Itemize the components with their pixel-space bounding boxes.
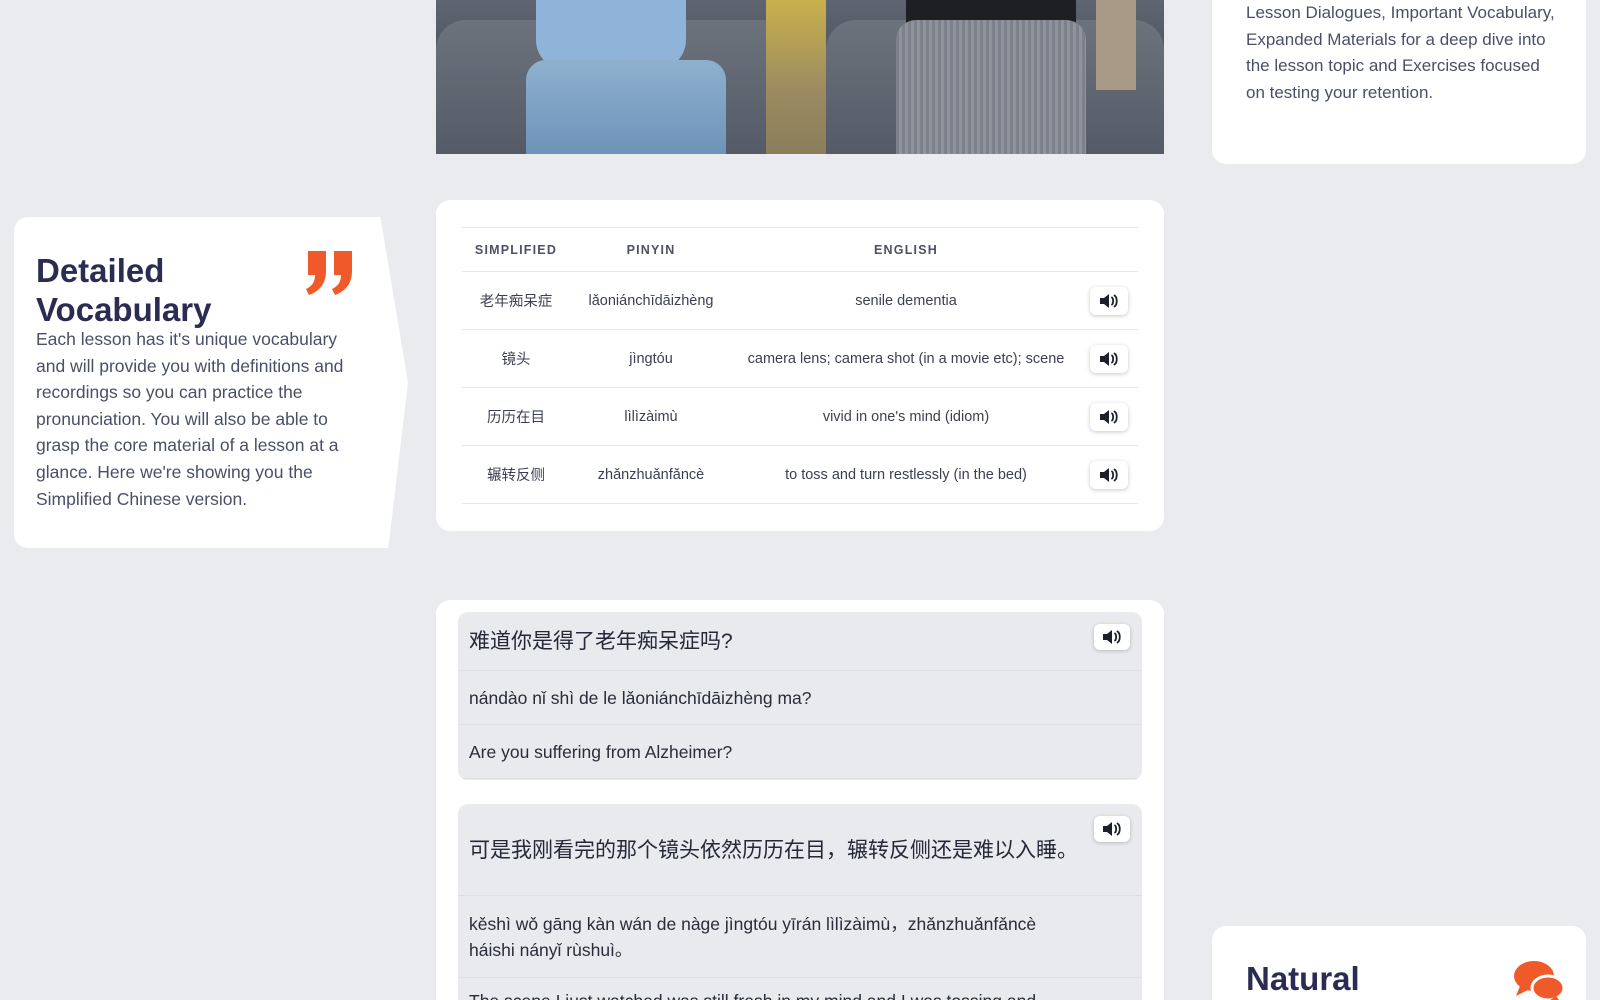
- cell-english: to toss and turn restlessly (in the bed): [732, 445, 1080, 504]
- dialogue-pinyin: kěshì wǒ gāng kàn wán de nàge jìngtóu yī…: [469, 913, 1037, 960]
- column-header-english: ENGLISH: [732, 227, 1080, 272]
- play-audio-button[interactable]: [1090, 402, 1128, 431]
- cell-english: vivid in one's mind (idiom): [732, 387, 1080, 446]
- feature-description: Each lesson has it's unique vocabulary a…: [36, 329, 344, 509]
- speaker-icon: [1100, 293, 1118, 308]
- cell-pinyin: lìlìzàimù: [570, 387, 732, 446]
- play-audio-button[interactable]: [1090, 286, 1128, 315]
- speaker-icon: [1100, 409, 1118, 424]
- column-header-pinyin: PINYIN: [570, 227, 732, 272]
- feature-card-natural: Natural: [1212, 926, 1586, 1000]
- video-scene-pillow: [1096, 0, 1136, 90]
- video-scene-person-right-legs: [896, 20, 1086, 154]
- table-row: 老年痴呆症 lǎoniánchīdāizhèng senile dementia: [462, 271, 1138, 330]
- lesson-video-thumbnail[interactable]: [436, 0, 1164, 154]
- vocabulary-table: SIMPLIFIED PINYIN ENGLISH 老年痴呆症 lǎoniánc…: [462, 227, 1138, 504]
- play-audio-button[interactable]: [1090, 344, 1128, 373]
- play-audio-button[interactable]: [1090, 460, 1128, 489]
- play-audio-button[interactable]: [1094, 624, 1130, 650]
- cell-simplified: 老年痴呆症: [462, 271, 570, 330]
- video-scene-table: [766, 0, 826, 154]
- chat-bubbles-icon: [1514, 961, 1566, 1000]
- dialogue-hanzi: 难道你是得了老年痴呆症吗?: [469, 629, 733, 653]
- speaker-icon: [1103, 822, 1121, 836]
- speaker-icon: [1100, 467, 1118, 482]
- video-scene-person-left-legs: [526, 60, 726, 154]
- column-header-simplified: SIMPLIFIED: [462, 227, 570, 272]
- dialogue-english: Are you suffering from Alzheimer?: [469, 741, 733, 762]
- play-audio-button[interactable]: [1094, 816, 1130, 842]
- feature-card-detailed-vocabulary: Detailed Vocabulary Each lesson has it's…: [14, 217, 408, 548]
- dialogue-line: 可是我刚看完的那个镜头依然历历在目，辗转反侧还是难以入睡。 kěshì wǒ g…: [458, 804, 1142, 1000]
- cell-simplified: 历历在目: [462, 387, 570, 446]
- feature-card-text: Lesson Dialogues, Important Vocabulary, …: [1246, 3, 1555, 102]
- feature-title: Detailed Vocabulary: [36, 252, 212, 328]
- cell-pinyin: zhǎnzhuǎnfǎncè: [570, 445, 732, 504]
- dialogue-line: 难道你是得了老年痴呆症吗? nándào nǐ shì de le lǎoniá…: [458, 612, 1142, 780]
- table-row: 镜头 jìngtóu camera lens; camera shot (in …: [462, 329, 1138, 388]
- dialogue-card: 难道你是得了老年痴呆症吗? nándào nǐ shì de le lǎoniá…: [436, 600, 1164, 1000]
- speaker-icon: [1100, 351, 1118, 366]
- cell-pinyin: lǎoniánchīdāizhèng: [570, 271, 732, 330]
- dialogue-pinyin: nándào nǐ shì de le lǎoniánchīdāizhèng m…: [469, 687, 812, 708]
- speaker-icon: [1103, 630, 1121, 644]
- table-row: 历历在目 lìlìzàimù vivid in one's mind (idio…: [462, 387, 1138, 446]
- column-header-audio: [1080, 227, 1138, 272]
- quote-icon: [306, 251, 352, 295]
- feature-card-lesson-materials: Lesson Dialogues, Important Vocabulary, …: [1212, 0, 1586, 164]
- table-header-row: SIMPLIFIED PINYIN ENGLISH: [462, 227, 1138, 272]
- feature-title: Natural: [1246, 960, 1360, 997]
- table-row: 辗转反侧 zhǎnzhuǎnfǎncè to toss and turn res…: [462, 445, 1138, 504]
- dialogue-english: The scene I just watched was still fresh…: [469, 988, 1082, 1000]
- vocabulary-table-card: SIMPLIFIED PINYIN ENGLISH 老年痴呆症 lǎoniánc…: [436, 200, 1164, 531]
- cell-pinyin: jìngtóu: [570, 329, 732, 388]
- cell-english: senile dementia: [732, 271, 1080, 330]
- cell-english: camera lens; camera shot (in a movie etc…: [732, 329, 1080, 388]
- cell-simplified: 辗转反侧: [462, 445, 570, 504]
- cell-simplified: 镜头: [462, 329, 570, 388]
- dialogue-hanzi: 可是我刚看完的那个镜头依然历历在目，辗转反侧还是难以入睡。: [469, 839, 1078, 862]
